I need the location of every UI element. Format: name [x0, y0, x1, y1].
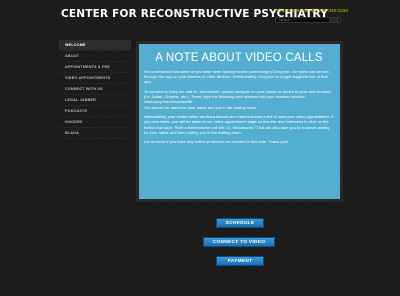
nav-item-podcasts[interactable]: PODCASTS [59, 106, 131, 117]
main-nav: WELCOME ABOUT APPOINTMENTS & FEE VIDEO A… [59, 40, 131, 139]
panel-title: A NOTE ABOUT VIDEO CALLS [155, 52, 323, 64]
nav-item-about[interactable]: ABOUT [59, 51, 131, 62]
nav-item-welcome[interactable]: WELCOME [59, 40, 131, 51]
phone-numbers: (T) 248-348-0333 (F) 248-348-2333 [275, 8, 348, 13]
panel-paragraph: To connect to Doxy.me and Dr. Woodworth,… [144, 89, 332, 110]
panel-paragraph: We understand that some of you have been… [144, 69, 330, 85]
connect-to-video-button[interactable]: CONNECT TO VIDEO [203, 237, 275, 247]
nav-item-blaga[interactable]: BLAGA [59, 128, 131, 139]
video-note-panel: A NOTE ABOUT VIDEO CALLS We understand t… [139, 44, 340, 199]
payment-button[interactable]: PAYMENT [216, 256, 264, 266]
nav-item-connect[interactable]: CONNECT WITH US [59, 84, 131, 95]
nav-item-appointments[interactable]: APPOINTMENTS & FEE [59, 62, 131, 73]
panel-paragraph: Alternatively, your confirmation via Kia… [144, 114, 334, 135]
panel-paragraph: Let us know if you have any further prob… [144, 139, 289, 145]
nav-item-video-appointments[interactable]: VIDEO APPOINTMENTS [59, 73, 131, 84]
nav-item-legal[interactable]: LEGAL JABBER [59, 95, 131, 106]
schedule-button[interactable]: SCHEDULE [216, 218, 264, 228]
search-button[interactable] [329, 18, 339, 22]
nav-item-goodrx[interactable]: GOODRX [59, 117, 131, 128]
